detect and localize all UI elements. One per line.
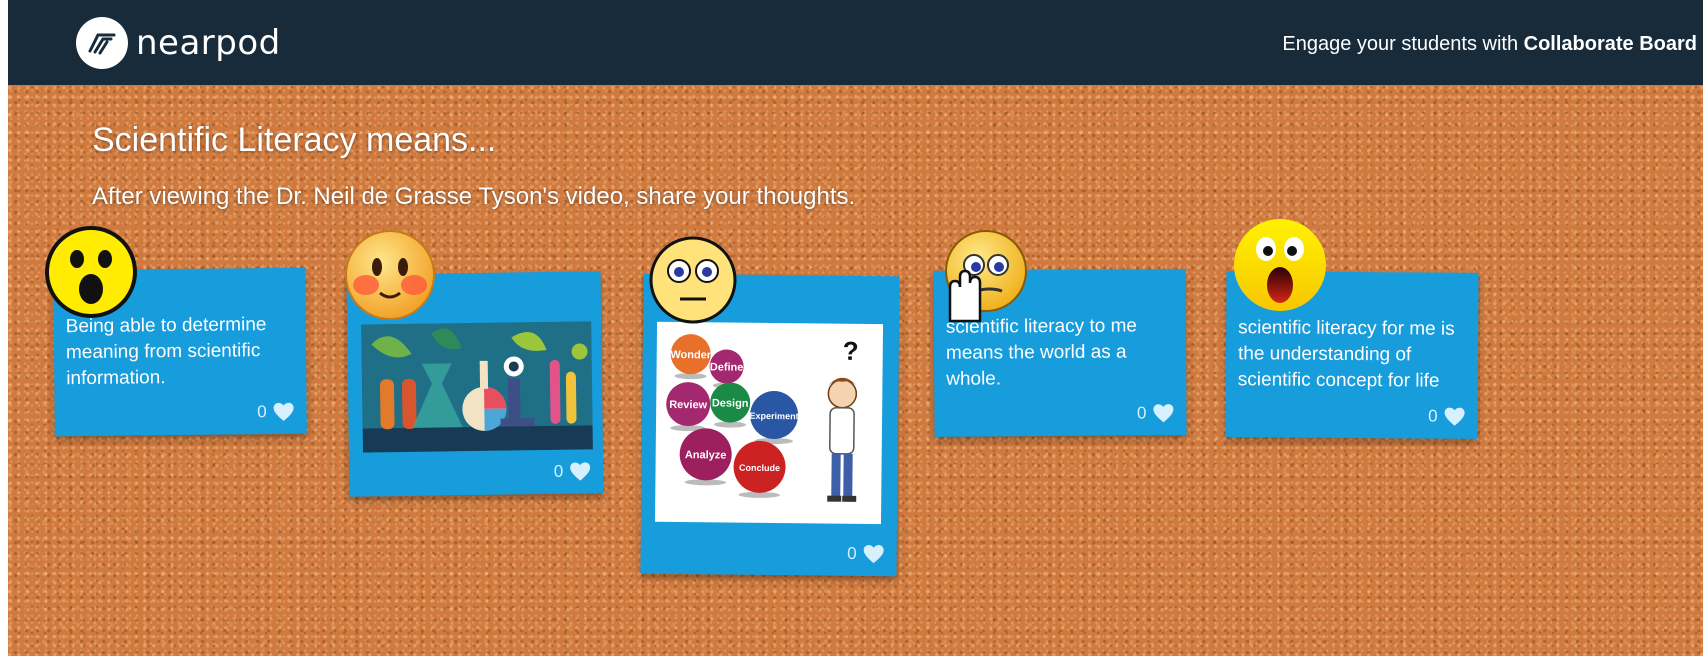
heart-icon[interactable] — [1444, 407, 1466, 427]
like-counter[interactable]: 0 — [554, 461, 592, 482]
diagram-label-define: Define — [710, 361, 744, 373]
like-count: 0 — [847, 543, 857, 563]
heart-icon[interactable] — [273, 402, 295, 422]
diagram-label-analyze: Analyze — [685, 449, 727, 461]
collaborate-board: Scientific Literacy means... After viewi… — [8, 85, 1703, 656]
post-text: Being able to determine meaning from sci… — [65, 314, 267, 390]
shocked-face-icon — [45, 226, 137, 318]
like-count: 0 — [553, 461, 564, 481]
like-counter[interactable]: 0 — [257, 402, 295, 422]
like-counter[interactable]: 0 — [1137, 403, 1175, 423]
tagline: Engage your students with Collaborate Bo… — [1282, 33, 1697, 56]
diagram-label-experiment: Experiment — [750, 411, 799, 422]
like-count: 0 — [1428, 406, 1438, 426]
board-subtitle: After viewing the Dr. Neil de Grasse Tys… — [92, 183, 856, 210]
top-bar: nearpod Engage your students with Collab… — [8, 0, 1703, 85]
science-illustration-image — [361, 321, 593, 453]
like-count: 0 — [1136, 403, 1147, 423]
heart-icon[interactable] — [1152, 403, 1174, 423]
thinking-face-icon — [945, 230, 1027, 323]
like-counter[interactable]: 0 — [1428, 407, 1466, 427]
scientific-process-image: Wonder Define Review Design Experiment Analyz… — [654, 321, 884, 525]
logo-text: nearpod — [136, 23, 281, 63]
screaming-face-icon — [1234, 219, 1326, 311]
post-text: scientific literacy to me means the worl… — [945, 315, 1138, 390]
blushing-face-icon — [345, 230, 435, 320]
heart-icon[interactable] — [569, 461, 591, 481]
tagline-prefix: Engage your students with — [1282, 33, 1524, 55]
board-title: Scientific Literacy means... — [92, 121, 497, 159]
diagram-label-wonder: Wonder — [670, 349, 712, 361]
nearpod-logo[interactable]: nearpod — [76, 17, 281, 69]
diagram-label-review: Review — [669, 399, 707, 411]
neutral-face-icon — [649, 236, 737, 324]
question-mark: ? — [843, 336, 859, 366]
post-text: scientific literacy for me is the unders… — [1237, 317, 1455, 392]
nearpod-logo-icon — [76, 17, 128, 69]
like-count: 0 — [257, 402, 267, 422]
diagram-label-conclude: Conclude — [739, 463, 780, 473]
heart-icon[interactable] — [863, 544, 885, 564]
tagline-bold[interactable]: Collaborate Board — [1524, 33, 1697, 55]
like-counter[interactable]: 0 — [847, 544, 885, 564]
diagram-label-design: Design — [712, 397, 749, 409]
